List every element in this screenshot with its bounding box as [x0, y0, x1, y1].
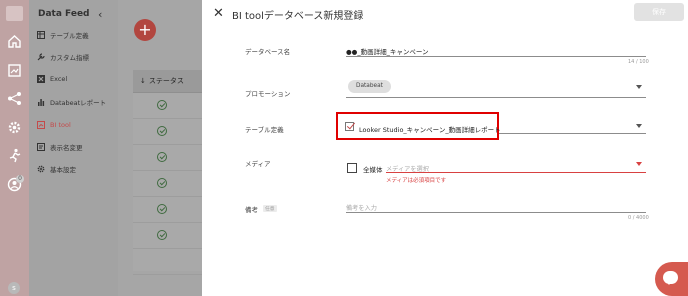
chat-bubble-icon — [663, 271, 678, 285]
table-row[interactable] — [133, 145, 202, 171]
all-media-checkbox[interactable] — [347, 163, 357, 173]
media-dropdown-arrow-icon[interactable] — [636, 162, 642, 166]
new-registration-drawer: ✕ BI toolデータベース新規登録 保存 データベース名 ●●_動画詳細_キ… — [202, 0, 688, 296]
close-icon[interactable]: ✕ — [213, 6, 224, 21]
sidebar-item-label: 表示名変更 — [50, 144, 83, 152]
all-media-label: 全媒体 — [363, 166, 383, 174]
database-name-underline — [346, 56, 646, 57]
sidebar-item-basic-settings[interactable]: 基本設定 — [37, 162, 76, 176]
table-row[interactable] — [133, 119, 202, 145]
sidebar-item-bi-tool[interactable]: BI tool — [37, 118, 71, 132]
status-table — [133, 93, 202, 275]
report-icon[interactable] — [7, 63, 22, 78]
check-circle-icon — [157, 204, 167, 214]
wrench-icon — [37, 53, 45, 61]
database-name-input[interactable]: ●●_動画詳細_キャンペーン — [346, 46, 429, 56]
table-icon — [37, 31, 45, 39]
notes-counter: 0 / 4000 — [628, 215, 649, 221]
media-label: メディア — [245, 160, 271, 168]
add-button[interactable]: + — [134, 19, 156, 41]
sidebar: Data Feed ‹ テーブル定義 カスタム指標 Excel Databeat… — [29, 0, 118, 296]
check-circle-icon — [157, 230, 167, 240]
sidebar-item-label: 基本設定 — [50, 166, 76, 174]
table-row[interactable] — [133, 93, 202, 119]
excel-icon — [37, 75, 45, 83]
sort-arrow-icon[interactable]: ↓ — [140, 77, 146, 85]
sidebar-item-display-name[interactable]: 表示名変更 — [37, 140, 83, 154]
sidebar-item-label: Databeatレポート — [50, 99, 107, 107]
check-circle-icon — [157, 178, 167, 188]
save-button[interactable]: 保存 — [634, 3, 684, 21]
bi-tool-icon — [37, 121, 45, 129]
sidebar-item-label: BI tool — [50, 121, 71, 129]
promotion-chip[interactable]: Databeat — [348, 80, 391, 93]
media-underline — [386, 172, 646, 173]
table-definition-checkbox[interactable] — [345, 122, 354, 131]
check-circle-icon — [157, 152, 167, 162]
media-error-message: メディアは必須項目です — [386, 178, 447, 184]
check-circle-icon — [157, 126, 167, 136]
avatar[interactable]: s — [8, 282, 20, 294]
sidebar-item-excel[interactable]: Excel — [37, 72, 67, 86]
table-definition-underline — [499, 133, 646, 134]
sidebar-item-table-definition[interactable]: テーブル定義 — [37, 28, 89, 42]
table-row[interactable] — [133, 223, 202, 249]
check-circle-icon — [157, 100, 167, 110]
sidebar-title: Data Feed — [38, 9, 90, 19]
bar-chart-icon — [38, 99, 45, 106]
notes-underline — [346, 212, 646, 213]
display-name-icon — [37, 143, 45, 151]
sidebar-item-label: テーブル定義 — [50, 32, 89, 40]
notification-badge: 0 — [16, 175, 24, 183]
table-definition-label: テーブル定義 — [245, 126, 284, 134]
promotion-dropdown-arrow-icon[interactable] — [636, 85, 642, 89]
optional-tag: 任意 — [263, 205, 277, 212]
table-definition-value[interactable]: Looker Studio_キャンペーン_動画詳細レポート — [359, 124, 501, 134]
table-row[interactable] — [133, 249, 202, 275]
status-column-header[interactable]: ステータス — [149, 76, 184, 86]
drawer-title: BI toolデータベース新規登録 — [232, 11, 364, 22]
sidebar-item-label: Excel — [50, 75, 68, 83]
table-header: ↓ ステータス — [133, 70, 202, 93]
table-row[interactable] — [133, 197, 202, 223]
table-row[interactable] — [133, 171, 202, 197]
share-icon[interactable] — [7, 91, 22, 106]
runner-icon[interactable] — [7, 148, 22, 163]
icon-rail: 0 s — [0, 0, 29, 296]
database-name-counter: 14 / 100 — [628, 59, 649, 65]
chat-widget-button[interactable] — [655, 262, 688, 296]
collapse-chevron-icon[interactable]: ‹ — [98, 8, 102, 21]
home-icon[interactable] — [7, 34, 22, 49]
table-definition-dropdown-arrow-icon[interactable] — [636, 124, 642, 128]
sidebar-item-databeat-report[interactable]: Databeatレポート — [37, 95, 106, 109]
notes-input[interactable]: 備考を入力 — [346, 203, 377, 212]
gear-icon — [37, 165, 45, 173]
settings-icon[interactable] — [7, 120, 22, 135]
promotion-underline — [346, 97, 646, 98]
sidebar-item-label: カスタム指標 — [50, 54, 89, 62]
database-name-label: データベース名 — [245, 48, 291, 56]
notes-label: 備考 — [245, 206, 258, 214]
sidebar-item-custom-metrics[interactable]: カスタム指標 — [37, 50, 89, 64]
promotion-label: プロモーション — [245, 90, 291, 98]
app-logo[interactable] — [6, 6, 23, 21]
